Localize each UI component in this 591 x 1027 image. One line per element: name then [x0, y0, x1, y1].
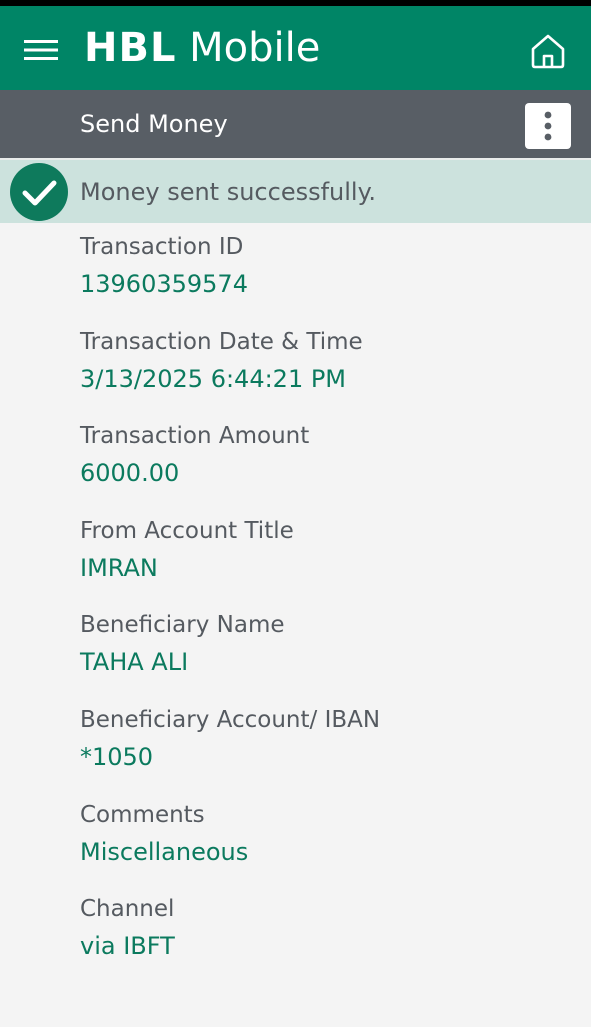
- detail-label: Beneficiary Name: [80, 612, 285, 639]
- detail-comments: Comments Miscellaneous: [80, 798, 580, 893]
- detail-transaction-id: Transaction ID 13960359574: [80, 230, 580, 325]
- detail-value: via IBFT: [80, 932, 175, 961]
- home-button[interactable]: [525, 28, 571, 74]
- detail-value: 13960359574: [80, 270, 248, 298]
- detail-label: Transaction ID: [80, 234, 244, 260]
- detail-transaction-amount: Transaction Amount 6000.00: [80, 419, 580, 514]
- detail-transaction-date-time: Transaction Date & Time 3/13/2025 6:44:2…: [80, 325, 580, 420]
- brand-bank: HBL: [84, 25, 177, 71]
- detail-value: 3/13/2025 6:44:21 PM: [80, 364, 347, 393]
- detail-label: From Account Title: [80, 517, 294, 544]
- hamburger-menu-icon: [18, 30, 66, 70]
- detail-value: TAHA ALI: [80, 648, 189, 677]
- app-logo: HBL Mobile: [84, 22, 320, 74]
- menu-button[interactable]: [18, 30, 66, 70]
- page-title: Send Money: [80, 110, 228, 138]
- subheader: Send Money: [0, 90, 591, 158]
- detail-label: Comments: [80, 801, 205, 828]
- detail-beneficiary-name: Beneficiary Name TAHA ALI: [80, 608, 580, 703]
- detail-value: 6000.00: [80, 459, 180, 488]
- check-circle-icon: [10, 163, 68, 221]
- detail-label: Beneficiary Account/ IBAN: [80, 706, 381, 733]
- detail-label: Transaction Amount: [80, 423, 310, 450]
- detail-label: Channel: [80, 896, 175, 923]
- home-icon: [525, 34, 571, 78]
- detail-label: Transaction Date & Time: [80, 328, 363, 355]
- detail-value: IMRAN: [80, 553, 158, 582]
- success-banner: Money sent successfully.: [0, 160, 591, 223]
- success-message: Money sent successfully.: [80, 178, 377, 206]
- transaction-details: Transaction ID 13960359574 Transaction D…: [80, 230, 580, 987]
- app-header: HBL Mobile: [0, 6, 591, 90]
- detail-value: *1050: [80, 742, 154, 771]
- detail-beneficiary-account: Beneficiary Account/ IBAN *1050: [80, 703, 580, 798]
- detail-value: Miscellaneous: [80, 837, 249, 866]
- detail-channel: Channel via IBFT: [80, 892, 580, 987]
- detail-from-account-title: From Account Title IMRAN: [80, 514, 580, 609]
- brand-app: Mobile: [189, 25, 321, 71]
- kebab-menu-icon: [525, 103, 571, 149]
- more-options-button[interactable]: [525, 103, 571, 149]
